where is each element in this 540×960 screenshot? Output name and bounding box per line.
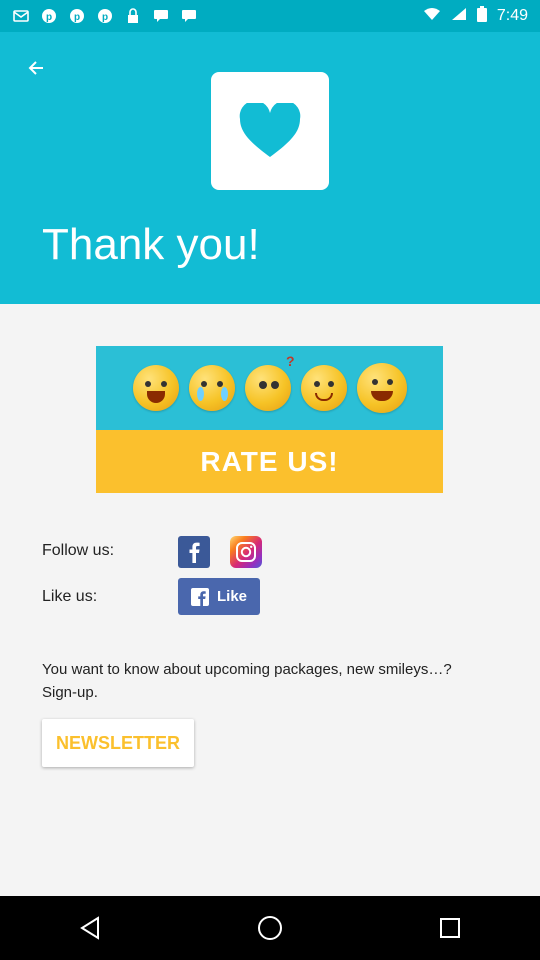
pinterest-icon: p: [40, 7, 58, 25]
lock-icon: [124, 7, 142, 25]
triangle-back-icon: [80, 916, 99, 940]
gmail-icon: [12, 7, 30, 25]
svg-text:p: p: [46, 12, 52, 23]
newsletter-button[interactable]: NEWSLETTER: [42, 719, 194, 767]
status-bar: p p p 7:49: [0, 0, 540, 32]
confused-face-icon: ?: [244, 353, 295, 411]
battery-icon: [476, 5, 487, 27]
heart-tile: [211, 72, 329, 190]
nav-home-button[interactable]: [246, 904, 294, 952]
circle-home-icon: [258, 916, 282, 940]
square-recents-icon: [440, 918, 460, 938]
page-title: Thank you!: [42, 220, 260, 269]
smile-face-icon: [300, 365, 347, 411]
instagram-follow-button[interactable]: [230, 536, 262, 568]
newsletter-info-text: You want to know about upcoming packages…: [42, 661, 452, 701]
facebook-icon: [189, 542, 200, 563]
smileys-banner: ?: [96, 346, 443, 430]
nav-recents-button[interactable]: [426, 904, 474, 952]
status-time: 7:49: [496, 7, 528, 24]
pinterest-icon: p: [96, 7, 114, 25]
svg-text:p: p: [102, 12, 108, 23]
svg-text:p: p: [74, 12, 80, 23]
facebook-icon: [190, 587, 209, 606]
message-icon: [180, 7, 198, 25]
status-notifications: p p p: [12, 7, 198, 25]
wifi-icon: [423, 7, 441, 26]
message-icon: [152, 7, 170, 25]
nav-back-button[interactable]: [66, 904, 114, 952]
sad-face-icon: [188, 365, 235, 411]
signal-icon: [451, 7, 467, 26]
crying-face-icon: [132, 365, 179, 411]
header: Thank you!: [0, 32, 540, 304]
facebook-follow-button[interactable]: [178, 536, 210, 568]
system-nav-bar: [0, 896, 540, 960]
heart-icon: [239, 103, 301, 157]
instagram-icon: [236, 542, 256, 562]
status-system: 7:49: [423, 5, 528, 27]
rate-us-card[interactable]: ? RATE US!: [96, 346, 443, 493]
arrow-left-icon: [28, 61, 43, 75]
back-button[interactable]: [20, 52, 52, 84]
rate-us-label: RATE US!: [96, 430, 443, 493]
follow-us-label: Follow us:: [42, 542, 115, 559]
like-button-label: Like: [216, 588, 247, 605]
facebook-like-button[interactable]: Like: [178, 578, 260, 615]
like-us-label: Like us:: [42, 588, 98, 605]
happy-thumbs-up-face-icon: [356, 363, 407, 413]
pinterest-icon: p: [68, 7, 86, 25]
